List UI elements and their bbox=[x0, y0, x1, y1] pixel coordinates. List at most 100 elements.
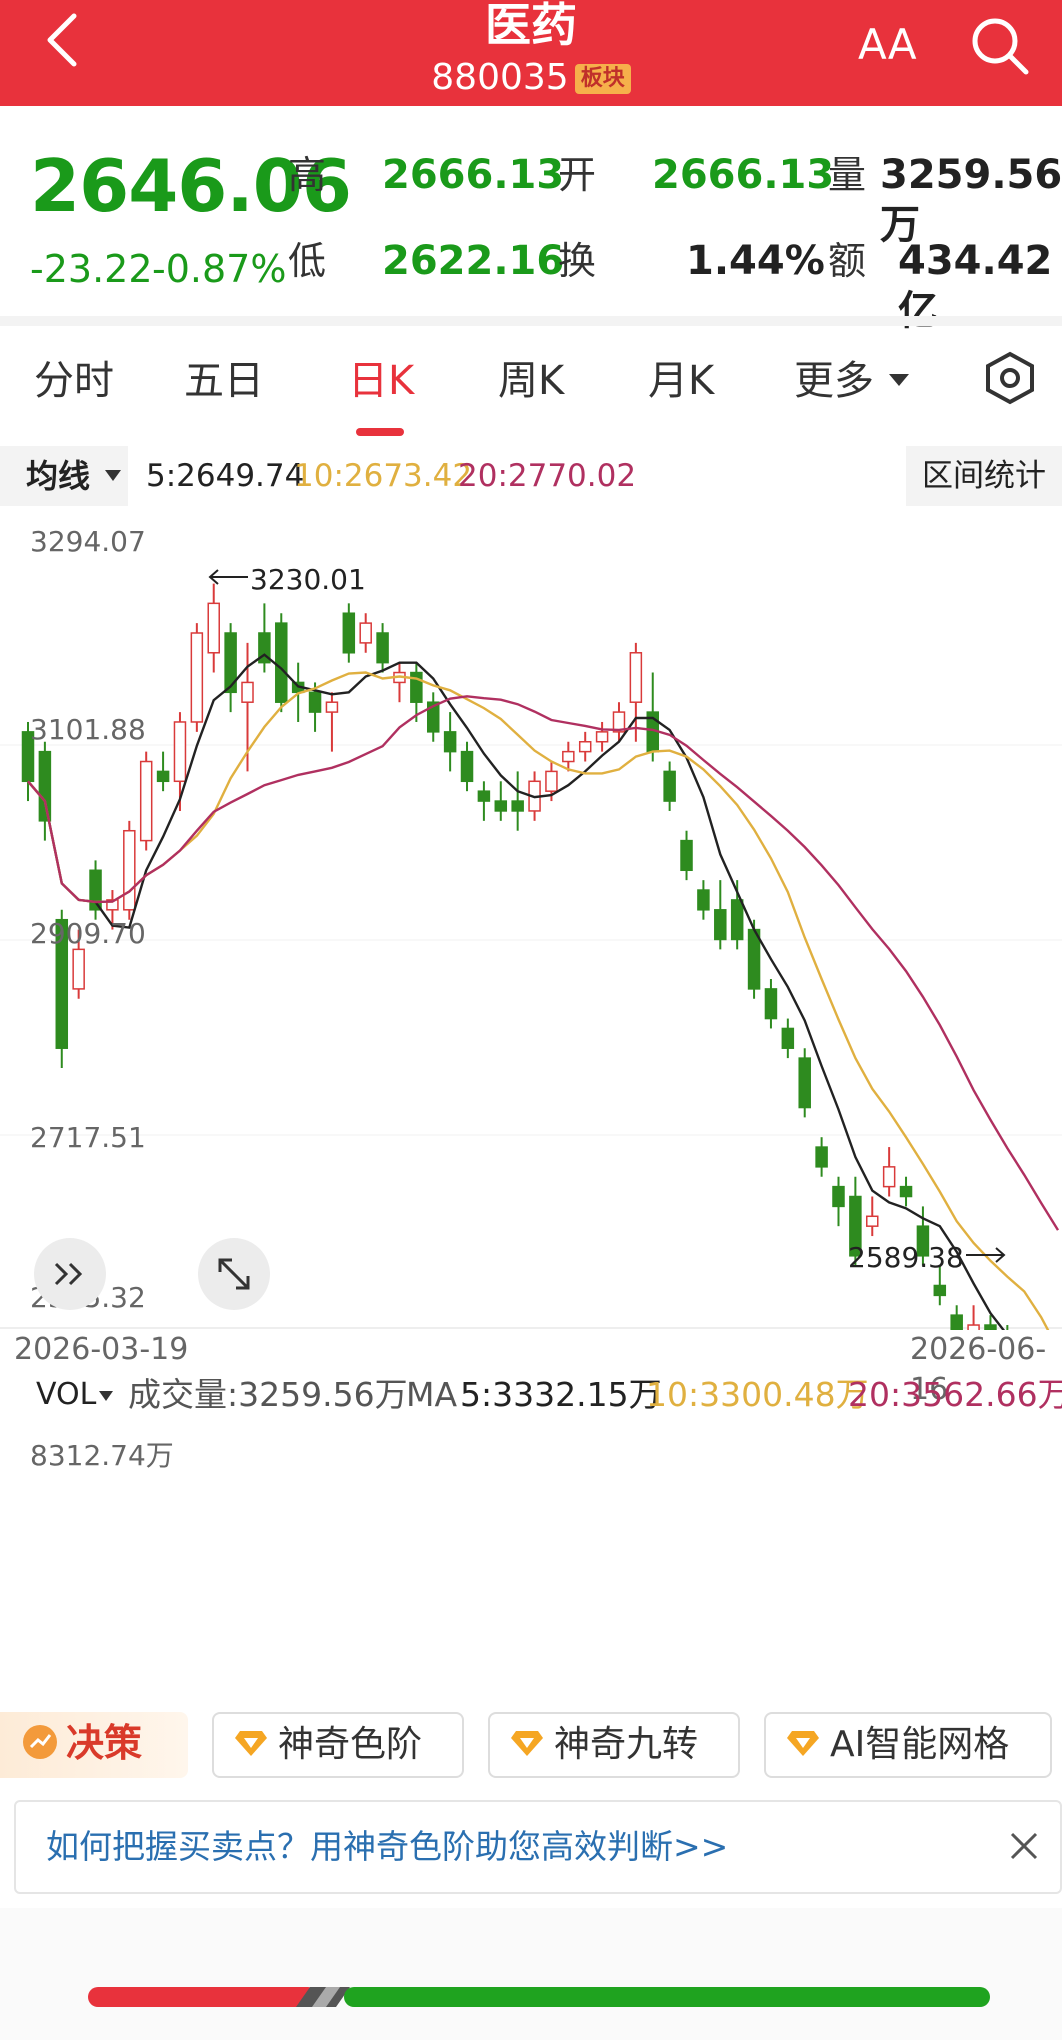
turnover-label: 换 bbox=[558, 239, 597, 283]
font-size-label: AA bbox=[858, 20, 917, 69]
candle-body bbox=[207, 602, 220, 654]
amount-label: 额 bbox=[828, 239, 867, 283]
candle-body bbox=[950, 1314, 963, 1330]
expand-icon bbox=[218, 1258, 250, 1290]
sentiment-bar-green bbox=[344, 1987, 990, 2007]
candle-body bbox=[325, 701, 339, 713]
kline-chart[interactable] bbox=[0, 510, 1062, 1330]
tool-bar: 决策 神奇色阶 神奇九转 AI智能网格 bbox=[0, 1702, 1062, 1786]
volume-label: 量 bbox=[828, 153, 867, 197]
candle-body bbox=[241, 681, 254, 703]
volume-axis-max: 8312.74万 bbox=[30, 1439, 174, 1472]
hexagon-settings-icon bbox=[986, 351, 1034, 405]
candle-body bbox=[359, 622, 372, 644]
high-annotation-value: 3230.01 bbox=[250, 563, 366, 596]
header-bar: 医药 880035 板块 AA bbox=[0, 0, 1062, 106]
open-label: 开 bbox=[558, 153, 597, 197]
font-size-button[interactable]: AA bbox=[858, 20, 917, 70]
low-value: 2622.16 bbox=[382, 238, 565, 284]
candle-body bbox=[730, 899, 744, 941]
start-date-label: 2026-03-19 bbox=[14, 1332, 189, 1367]
price-change-pct: -0.87% bbox=[152, 247, 287, 291]
tab-weekly-k[interactable]: 周K bbox=[498, 354, 564, 408]
volume-indicator-selector[interactable]: VOL bbox=[18, 1370, 118, 1420]
quote-panel: 2646.06 -23.22 -0.87% 高 2666.13 开 2666.1… bbox=[0, 106, 1062, 334]
range-stats-button[interactable]: 区间统计 bbox=[906, 446, 1062, 506]
volume-indicator-label: VOL bbox=[36, 1377, 97, 1412]
candle-body bbox=[764, 988, 778, 1020]
active-tab-indicator bbox=[356, 428, 404, 436]
search-button[interactable] bbox=[968, 14, 1032, 78]
low-label: 低 bbox=[288, 239, 327, 283]
candles bbox=[21, 583, 1009, 1330]
candle-body bbox=[443, 731, 457, 753]
diamond-icon bbox=[511, 1731, 543, 1756]
candle-body bbox=[139, 760, 153, 842]
ma5-value: 5:2649.74 bbox=[146, 458, 305, 494]
double-chevron-right-icon bbox=[54, 1262, 83, 1286]
sector-badge: 板块 bbox=[574, 64, 631, 94]
ma20-value: 20:2770.02 bbox=[458, 458, 637, 494]
close-button[interactable] bbox=[1006, 1828, 1042, 1864]
volume-value: 3259.56万 bbox=[880, 152, 1062, 248]
sentiment-bar bbox=[88, 1987, 990, 2007]
price-axis-label: 3294.07 bbox=[30, 525, 146, 558]
volume-ma20: 20:3562.66万 bbox=[848, 1375, 1062, 1414]
tab-intraday[interactable]: 分时 bbox=[34, 354, 114, 408]
high-value: 2666.13 bbox=[382, 152, 565, 198]
arrow-left-icon bbox=[208, 569, 248, 585]
candle-body bbox=[866, 1215, 879, 1227]
ma-legend-row: 均线 5:2649.74 10:2673.42 20:2770.02 区间统计 bbox=[0, 446, 1062, 506]
volume-ma10: 10:3300.48万 bbox=[646, 1375, 869, 1414]
candle-body bbox=[680, 839, 693, 872]
candle-body bbox=[72, 948, 85, 990]
candle-body bbox=[578, 740, 592, 753]
price-axis-label: 2717.51 bbox=[30, 1121, 146, 1154]
candle-body bbox=[629, 652, 643, 703]
ma-selector-label: 均线 bbox=[26, 457, 91, 495]
caret-down-icon bbox=[888, 374, 909, 386]
tab-monthly-k[interactable]: 月K bbox=[648, 354, 714, 408]
scroll-latest-button[interactable] bbox=[34, 1238, 106, 1310]
settings-button[interactable] bbox=[980, 348, 1040, 408]
sentiment-bar-red bbox=[88, 1987, 318, 2007]
candle-body bbox=[173, 721, 187, 783]
caret-down-icon bbox=[105, 470, 121, 481]
diamond-icon bbox=[235, 1731, 267, 1756]
diamond-icon bbox=[787, 1731, 819, 1756]
price-change: -23.22 bbox=[30, 247, 153, 291]
candle-body bbox=[933, 1284, 947, 1297]
close-icon bbox=[1010, 1832, 1038, 1860]
volume-value: 成交量:3259.56万 bbox=[128, 1375, 408, 1414]
candle-body bbox=[714, 909, 727, 941]
candle-body bbox=[308, 691, 322, 713]
candle-body bbox=[832, 1185, 845, 1208]
fullscreen-button[interactable] bbox=[198, 1238, 270, 1310]
ma10-value: 10:2673.42 bbox=[294, 458, 473, 494]
decision-button[interactable]: 决策 bbox=[0, 1712, 188, 1778]
color-level-button[interactable]: 神奇色阶 bbox=[212, 1712, 464, 1778]
tab-more[interactable]: 更多 bbox=[794, 354, 911, 408]
candle-body bbox=[899, 1185, 913, 1198]
tab-five-day[interactable]: 五日 bbox=[184, 354, 264, 408]
candle-body bbox=[781, 1027, 795, 1049]
high-label: 高 bbox=[288, 153, 327, 197]
candle-body bbox=[511, 800, 524, 812]
color-level-label: 神奇色阶 bbox=[278, 1724, 423, 1765]
nine-turn-button[interactable]: 神奇九转 bbox=[488, 1712, 740, 1778]
search-icon bbox=[972, 18, 1029, 75]
tab-daily-k[interactable]: 日K bbox=[348, 354, 414, 408]
candle-body bbox=[190, 632, 204, 723]
divider bbox=[0, 316, 1062, 326]
candle-body bbox=[275, 622, 288, 703]
ma-selector[interactable]: 均线 bbox=[0, 446, 128, 506]
period-tabs: 分时 五日 日K 周K 月K 更多 bbox=[0, 326, 1062, 436]
decision-label: 决策 bbox=[66, 1721, 143, 1765]
candle-body bbox=[562, 750, 575, 763]
turnover-value: 1.44% bbox=[686, 238, 825, 284]
ai-grid-button[interactable]: AI智能网格 bbox=[764, 1712, 1052, 1778]
volume-ma5: 5:3332.15万 bbox=[460, 1375, 662, 1414]
candle-body bbox=[815, 1146, 828, 1168]
tab-more-label: 更多 bbox=[794, 358, 874, 404]
promo-banner[interactable]: 如何把握买卖点？用神奇色阶助您高效判断>> bbox=[14, 1800, 1062, 1894]
